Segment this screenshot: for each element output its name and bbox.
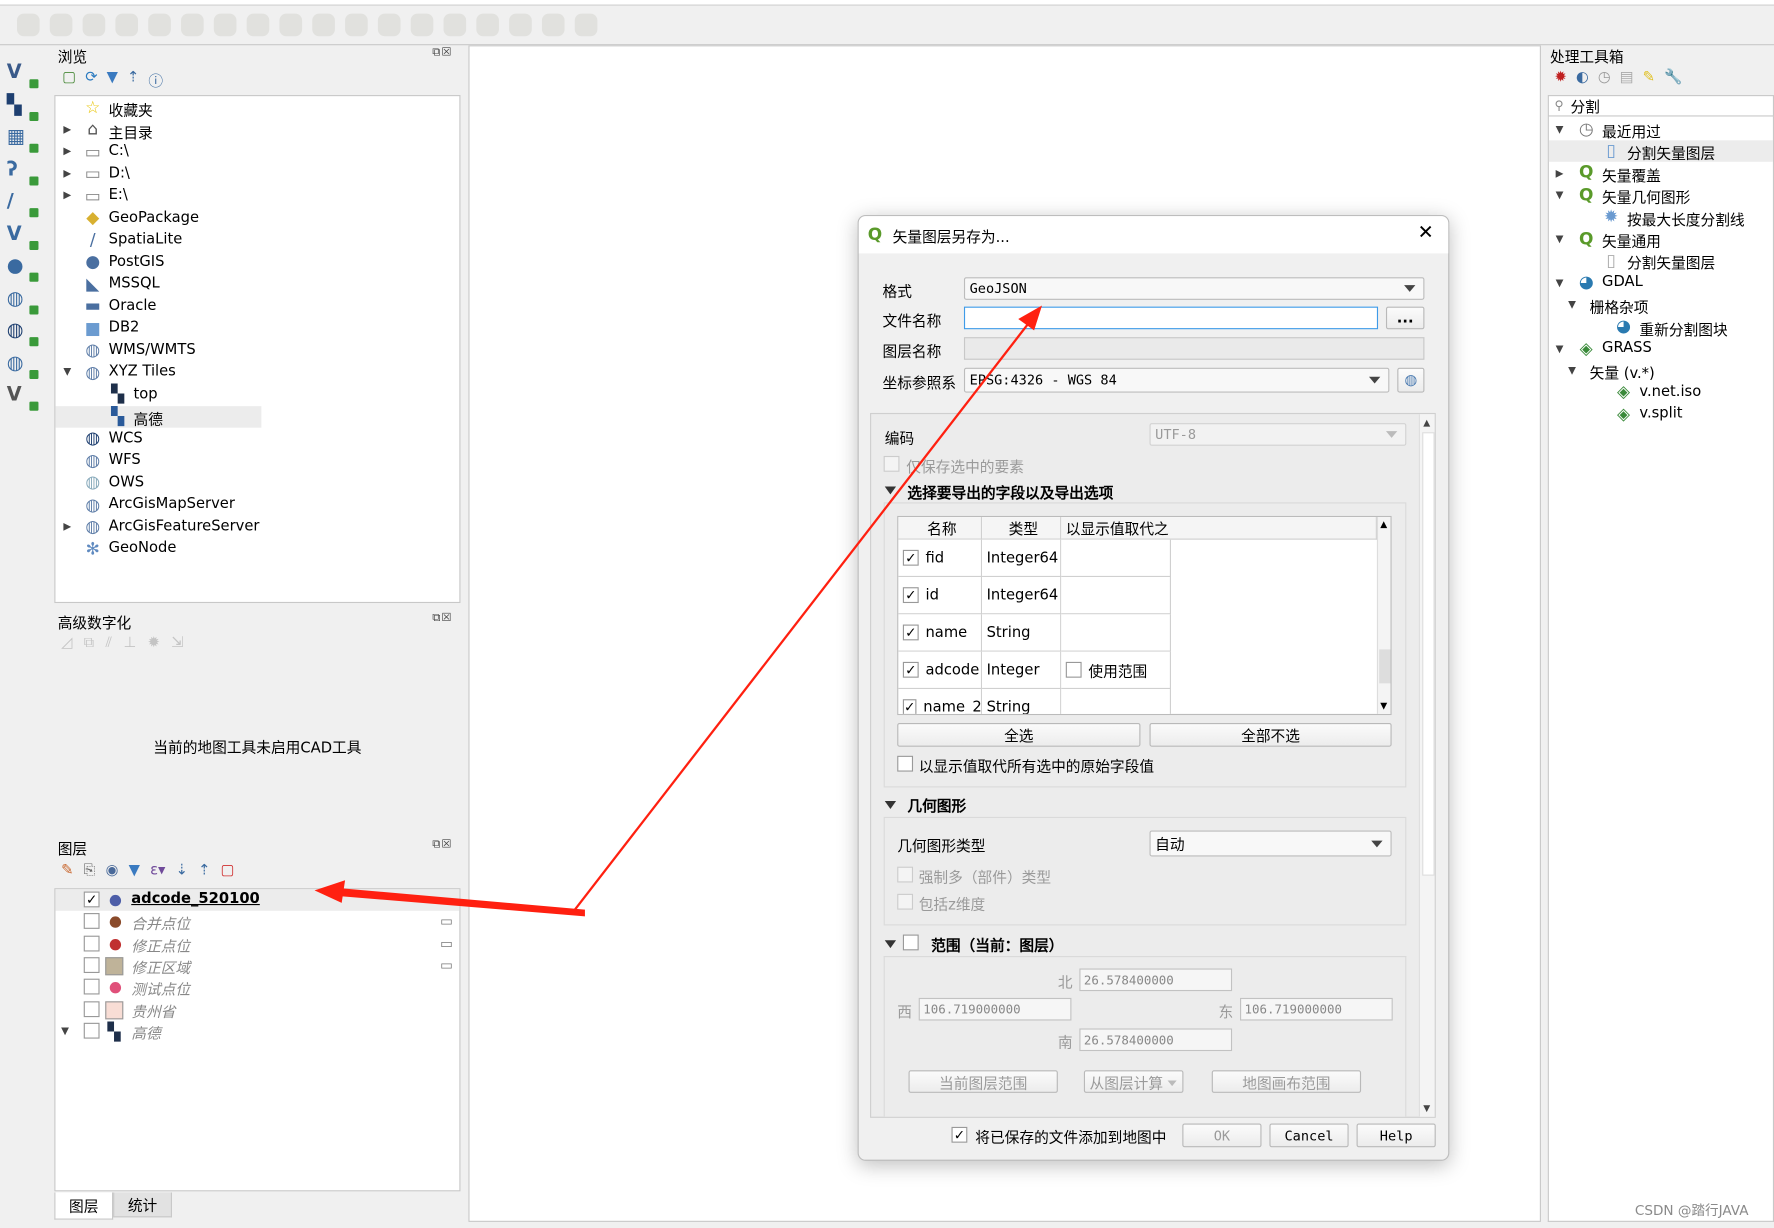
arrow-to-layer-line: [339, 888, 585, 917]
arrowhead-filename: [1018, 305, 1043, 331]
annotation-arrows: [314, 305, 1043, 917]
watermark: CSDN @踏行JAVA: [1634, 1202, 1749, 1219]
arrowhead-layer: [314, 880, 346, 903]
arrow-to-filename-line: [570, 318, 1033, 915]
qgis-window: V ▚ ▦ ʔ ∕ V ● ◍ ◍ ◍ V 浏览 ⧉☒ ▢ ⟳ ▼ ⇡ ⓘ ☆ 收藏夹 ▶ ⌂ 主目录 ▶ ▭ C…: [0, 0, 1774, 1228]
